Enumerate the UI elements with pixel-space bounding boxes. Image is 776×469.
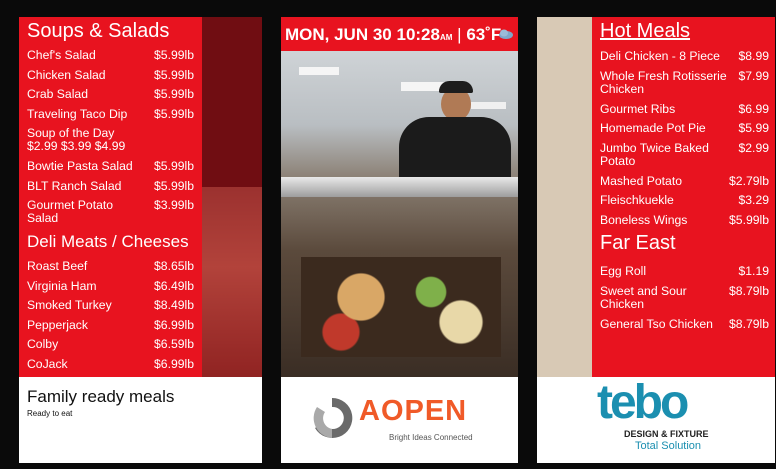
center-promo-panel: MON, JUN 30 10:28AM | 63˚F AOPEN Bright … [281,17,518,463]
menu-item-name: Egg Roll [600,264,647,278]
aopen-tagline: Bright Ideas Connected [389,433,473,442]
right-menu-board: Hot Meals Deli Chicken - 8 Piece $8.99 Who… [592,17,775,377]
menu-item-price: $5.99 [738,121,770,135]
left-board-photo-overlay [202,17,262,377]
ceiling-light [471,102,506,109]
menu-item-price: $8.79lb [729,316,769,331]
menu-item-name: Smoked Turkey [27,298,112,312]
menu-item-price: $7.99 [738,68,770,83]
menu-item-name: Deli Chicken - 8 Piece [600,49,720,63]
menu-item-name: Roast Beef [27,259,88,273]
menu-item-price: $6.99 [738,101,770,116]
family-meals-title: Family ready meals [27,387,175,406]
menu-item-name: Mashed Potato [600,173,682,188]
menu-item-price: $8.65lb [154,259,194,273]
menu-item-name: Virginia Ham [27,278,97,293]
menu-item-price: $3.99lb [154,198,194,212]
menu-item-price: $6.99lb [154,356,194,371]
menu-item-name-cont: Chicken [600,296,645,311]
menu-item-name: General Tso Chicken [600,316,713,331]
menu-item-price: $2.99 [738,140,770,155]
menu-item-name: Colby [27,337,59,351]
left-menu-board: Soups & Salads Chef's Salad $5.99lb Chicke… [19,17,202,377]
menu-item-price: $6.49lb [154,278,194,293]
menu-item-name: CoJack [27,356,68,371]
aopen-swirl-icon [313,397,353,438]
tebo-logo-area: tebo DESIGN & FIXTURE Total Solution [537,377,775,463]
aopen-wordmark: AOPEN [359,395,468,427]
ampm-label: AM [439,33,453,42]
tebo-line2: Total Solution [635,440,702,452]
time-label: 10:28 [396,25,440,44]
tebo-wordmark: tebo [597,376,689,429]
hot-meals-heading: Hot Meals [600,20,691,42]
menu-item-price: $8.49lb [154,298,194,312]
menu-item-name: Gourmet Potato [27,198,114,212]
deli-meats-heading: Deli Meats / Cheeses [27,232,189,251]
datetime-banner: MON, JUN 30 10:28AM | 63˚F [281,17,518,51]
menu-item-name: Sweet and Sour [600,283,687,298]
menu-item-price: $8.79lb [729,283,769,298]
family-meals-subtitle: Ready to eat [27,409,73,418]
menu-item-name: Traveling Taco Dip [27,106,128,121]
menu-item-name: Crab Salad [27,87,88,101]
menu-item-name-cont: Salad [27,211,59,225]
tebo-line1: DESIGN & FIXTURE [624,429,709,439]
date-label: MON, JUN 30 [285,25,392,44]
menu-item-name: Chicken Salad [27,67,106,82]
right-board-photo-strip [537,17,592,377]
menu-item-price: $5.99lb [154,87,194,101]
menu-item-name: Bowtie Pasta Salad [27,159,133,173]
menu-item-price: $6.99lb [154,317,194,332]
right-menu-panel: Hot Meals Deli Chicken - 8 Piece $8.99 Who… [537,17,775,463]
menu-item-name: Gourmet Ribs [600,101,676,116]
menu-item-price: $3.29 [738,193,770,207]
menu-item-name: Chef's Salad [27,48,96,62]
menu-item-name: Fleischkuekle [600,193,674,207]
menu-item-price: $5.99lb [154,159,194,173]
menu-item-name: BLT Ranch Salad [27,178,122,193]
menu-item-price: $5.99lb [154,48,194,62]
cloud-icon [499,29,513,39]
menu-item-name: Whole Fresh Rotisserie [600,68,727,83]
left-menu-panel: Soups & Salads Chef's Salad $5.99lb Chicke… [19,17,262,463]
aopen-logo-area: AOPEN Bright Ideas Connected [281,377,518,463]
menu-item-price: $5.99lb [154,67,194,82]
menu-item-price: $5.99lb [154,106,194,121]
menu-item-name: Homemade Pot Pie [600,121,706,135]
ceiling-light [299,67,339,75]
datetime-text: MON, JUN 30 10:28AM | 63˚F [285,25,502,44]
chef-cap [439,81,473,93]
menu-item-price: $6.59lb [154,337,194,351]
family-meals-footer: Family ready meals Ready to eat [19,377,262,463]
far-east-heading: Far East [600,232,676,254]
menu-item-price: $5.99lb [729,212,769,227]
menu-item-name: Boneless Wings [600,212,688,227]
menu-item-name: Soup of the Day [27,126,115,140]
chef-photo [281,17,518,377]
menu-item-price: $5.99lb [154,178,194,193]
temperature-label: 63˚F [466,25,502,44]
menu-item-name-cont: Chicken [600,81,645,96]
menu-item-name: Jumbo Twice Baked [600,140,709,155]
menu-item-price: $1.19 [738,264,770,278]
menu-item-name: Pepperjack [27,317,88,332]
food-trays [301,257,501,357]
display-case-top [281,177,518,197]
menu-item-name-cont: Potato [600,153,636,168]
menu-item-sub: $2.99 $3.99 $4.99 [27,139,126,153]
soups-salads-heading: Soups & Salads [27,20,170,42]
menu-item-price: $8.99 [738,49,770,63]
menu-item-price: $2.79lb [729,173,769,188]
